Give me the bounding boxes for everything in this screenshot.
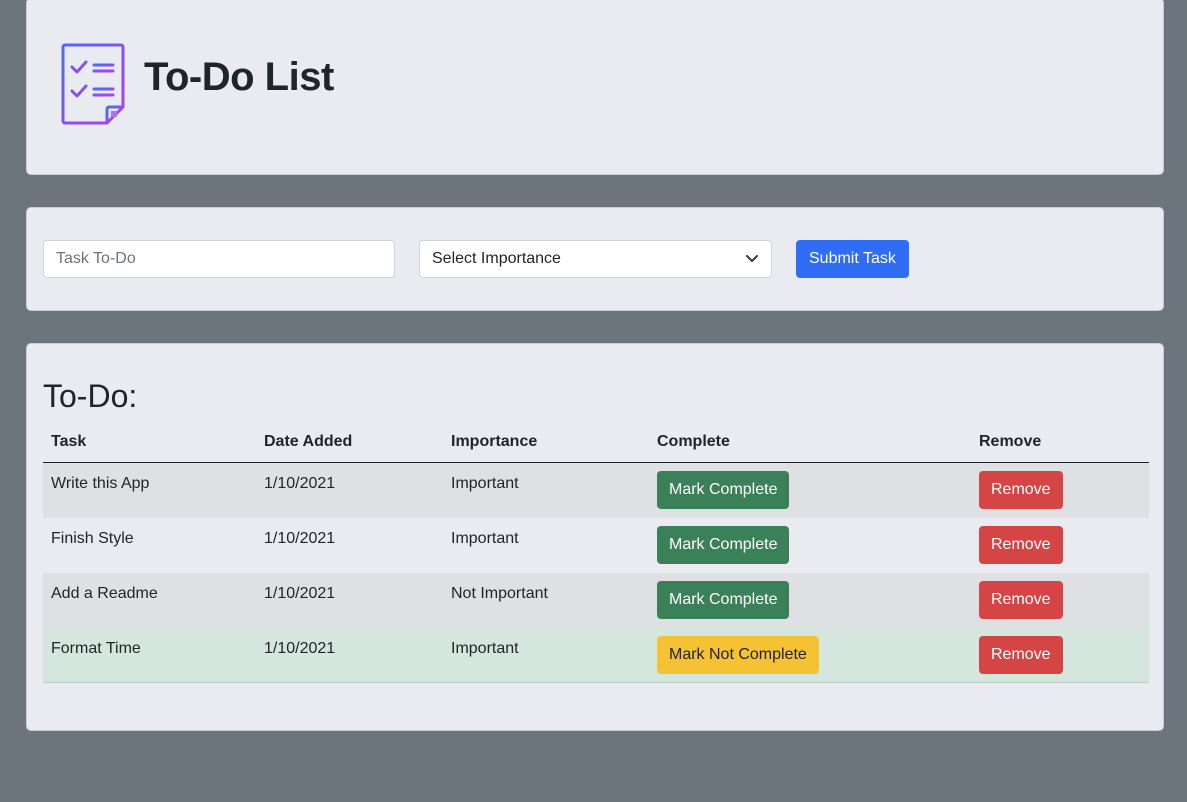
complete-cell: Mark Not Complete	[649, 628, 971, 683]
column-header-task: Task	[43, 422, 256, 463]
mark-not-complete-button[interactable]: Mark Not Complete	[657, 635, 819, 674]
task-date: 1/10/2021	[264, 529, 336, 547]
task-importance: Important	[451, 475, 519, 492]
column-header-importance: Importance	[443, 422, 649, 463]
chevron-down-icon	[745, 254, 759, 264]
task-importance: Important	[451, 639, 519, 657]
task-table: Task Date Added Importance Complete Remo…	[43, 422, 1149, 683]
column-header-remove: Remove	[971, 422, 1149, 463]
task-name: Add a Readme	[51, 584, 158, 602]
complete-cell: Mark Complete	[649, 573, 971, 628]
task-importance: Not Important	[451, 584, 548, 602]
remove-button[interactable]: Remove	[979, 471, 1063, 509]
mark-complete-button[interactable]: Mark Complete	[657, 580, 790, 619]
remove-cell: Remove	[971, 628, 1149, 683]
task-input[interactable]	[43, 240, 395, 278]
checklist-icon	[61, 43, 125, 125]
task-date: 1/10/2021	[264, 475, 336, 492]
task-date: 1/10/2021	[264, 584, 336, 602]
table-row: Finish Style 1/10/2021 Important Mark Co…	[43, 518, 1149, 573]
remove-cell: Remove	[971, 573, 1149, 628]
mark-complete-button[interactable]: Mark Complete	[657, 471, 790, 509]
column-header-complete: Complete	[649, 422, 971, 463]
task-form: Select Importance Submit Task	[26, 207, 1164, 311]
complete-cell: Mark Complete	[649, 463, 971, 518]
header-card: To-Do List	[26, 0, 1164, 175]
task-date: 1/10/2021	[264, 639, 336, 657]
todo-list-card: To-Do: Task Date Added Importance Comple…	[26, 343, 1164, 731]
importance-select[interactable]: Select Importance	[419, 240, 772, 278]
table-row: Add a Readme 1/10/2021 Not Important Mar…	[43, 572, 1149, 628]
task-name: Finish Style	[51, 529, 134, 547]
column-header-date-added: Date Added	[256, 422, 443, 463]
table-header-row: Task Date Added Importance Complete Remo…	[43, 422, 1149, 463]
complete-cell: Mark Complete	[649, 518, 971, 573]
remove-cell: Remove	[971, 518, 1149, 573]
page-title: To-Do List	[144, 55, 334, 99]
remove-button[interactable]: Remove	[979, 525, 1063, 564]
list-heading: To-Do:	[43, 378, 138, 414]
remove-cell: Remove	[971, 463, 1149, 518]
remove-button[interactable]: Remove	[979, 580, 1063, 619]
remove-button[interactable]: Remove	[979, 635, 1063, 674]
task-name: Write this App	[51, 475, 150, 492]
task-importance: Important	[451, 529, 519, 547]
mark-complete-button[interactable]: Mark Complete	[657, 525, 790, 564]
table-row: Write this App 1/10/2021 Important Mark …	[43, 462, 1149, 518]
task-name: Format Time	[51, 639, 141, 657]
importance-select-value: Select Importance	[432, 250, 561, 267]
submit-task-button[interactable]: Submit Task	[796, 240, 909, 278]
table-row-completed: Format Time 1/10/2021 Important Mark Not…	[43, 627, 1149, 683]
